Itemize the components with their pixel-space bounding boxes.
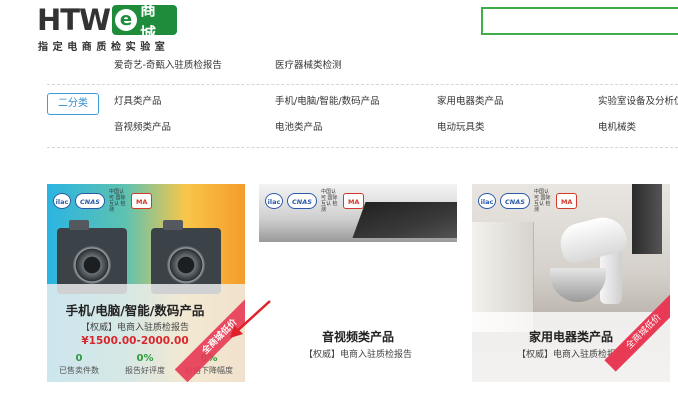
divider (47, 147, 678, 148)
logo-subtitle: 指定电商质检实验室 (38, 42, 170, 53)
stand-mixer-image (550, 212, 630, 312)
logo-letters: HTW (37, 3, 111, 37)
cnas-text: 中国认可 国际互认 检测 (533, 189, 551, 213)
certification-logos: ilac CNAS 中国认可 国际互认 检测 MA (478, 189, 578, 213)
card-subtitle: 【权威】电商入驻质检报告 (516, 350, 625, 360)
category-link[interactable]: 手机/电脑/智能/数码产品 (275, 95, 380, 109)
arrow-icon (230, 300, 271, 338)
category-top-row: 爱奇艺-奇甄入驻质检报告 医疗器械类检测 (0, 59, 678, 75)
category-link[interactable]: 电机械类 (598, 121, 636, 135)
card-subtitle: 【权威】电商入驻质检报告 (80, 323, 189, 333)
ilac-logo: ilac (478, 193, 496, 209)
category-link[interactable]: 爱奇艺-奇甄入驻质检报告 (114, 59, 222, 73)
category-link[interactable]: 灯具类产品 (114, 95, 162, 109)
cnas-text: 中国认可 国际互认 检测 (108, 189, 126, 213)
cnas-logo: CNAS (75, 193, 105, 209)
logo-e-icon: e (115, 9, 138, 31)
stat-value: 0% (136, 353, 154, 364)
stat-sold: 0 已售卖件数 (49, 352, 109, 376)
category-link[interactable]: 家用电器类产品 (437, 95, 504, 109)
stat-label: 已售卖件数 (59, 366, 99, 375)
card-title[interactable]: 手机/电脑/智能/数码产品 (47, 300, 223, 319)
cnas-logo: CNAS (287, 193, 317, 209)
ilac-logo: ilac (265, 193, 283, 209)
site-logo[interactable]: HTW e 商城 指定电商质检实验室 (37, 0, 177, 53)
certification-logos: ilac CNAS 中国认可 国际互认 检测 MA (265, 189, 365, 213)
category-link[interactable]: 音视频类产品 (114, 121, 171, 135)
category-link[interactable]: 电池类产品 (275, 121, 323, 135)
card-title[interactable]: 音视频类产品 (259, 328, 457, 345)
product-card-audio-video[interactable]: ilac CNAS 中国认可 国际互认 检测 MA 音视频类产品 【权威】电商入… (259, 184, 457, 382)
logo-mark: HTW e 商城 (37, 0, 177, 43)
category-link[interactable]: 医疗器械类检测 (275, 59, 342, 73)
cma-logo: MA (342, 193, 365, 209)
stat-rating: 0% 报告好评度 (115, 352, 175, 376)
cma-logo: MA (130, 193, 153, 209)
card-price: ¥1500.00-2000.00 (81, 335, 189, 347)
card-subtitle: 【权威】电商入驻质检报告 (303, 350, 412, 360)
secondary-category-button[interactable]: 二分类 (47, 93, 99, 115)
search-input[interactable] (481, 7, 678, 35)
stat-value: 0 (75, 353, 83, 364)
stat-label: 报告好评度 (125, 366, 165, 375)
page: HTW e 商城 指定电商质检实验室 爱奇艺-奇甄入驻质检报告 医疗器械类检测 … (0, 0, 678, 401)
cnas-logo: CNAS (500, 193, 530, 209)
ilac-logo: ilac (53, 193, 71, 209)
cnas-text: 中国认可 国际互认 检测 (320, 189, 338, 213)
category-link[interactable]: 电动玩具类 (437, 121, 485, 135)
category-link[interactable]: 实验室设备及分析仪器 (598, 95, 678, 109)
cma-logo: MA (555, 193, 578, 209)
product-card-appliances[interactable]: ilac CNAS 中国认可 国际互认 检测 MA 家用电器类产品 【权威】电商… (472, 184, 670, 382)
product-card-digital[interactable]: ilac CNAS 中国认可 国际互认 检测 MA 手机/电脑/智能/数码产品 … (47, 184, 245, 382)
logo-mall-badge: e 商城 (112, 0, 177, 43)
certification-logos: ilac CNAS 中国认可 国际互认 检测 MA (53, 189, 153, 213)
divider (47, 84, 678, 85)
